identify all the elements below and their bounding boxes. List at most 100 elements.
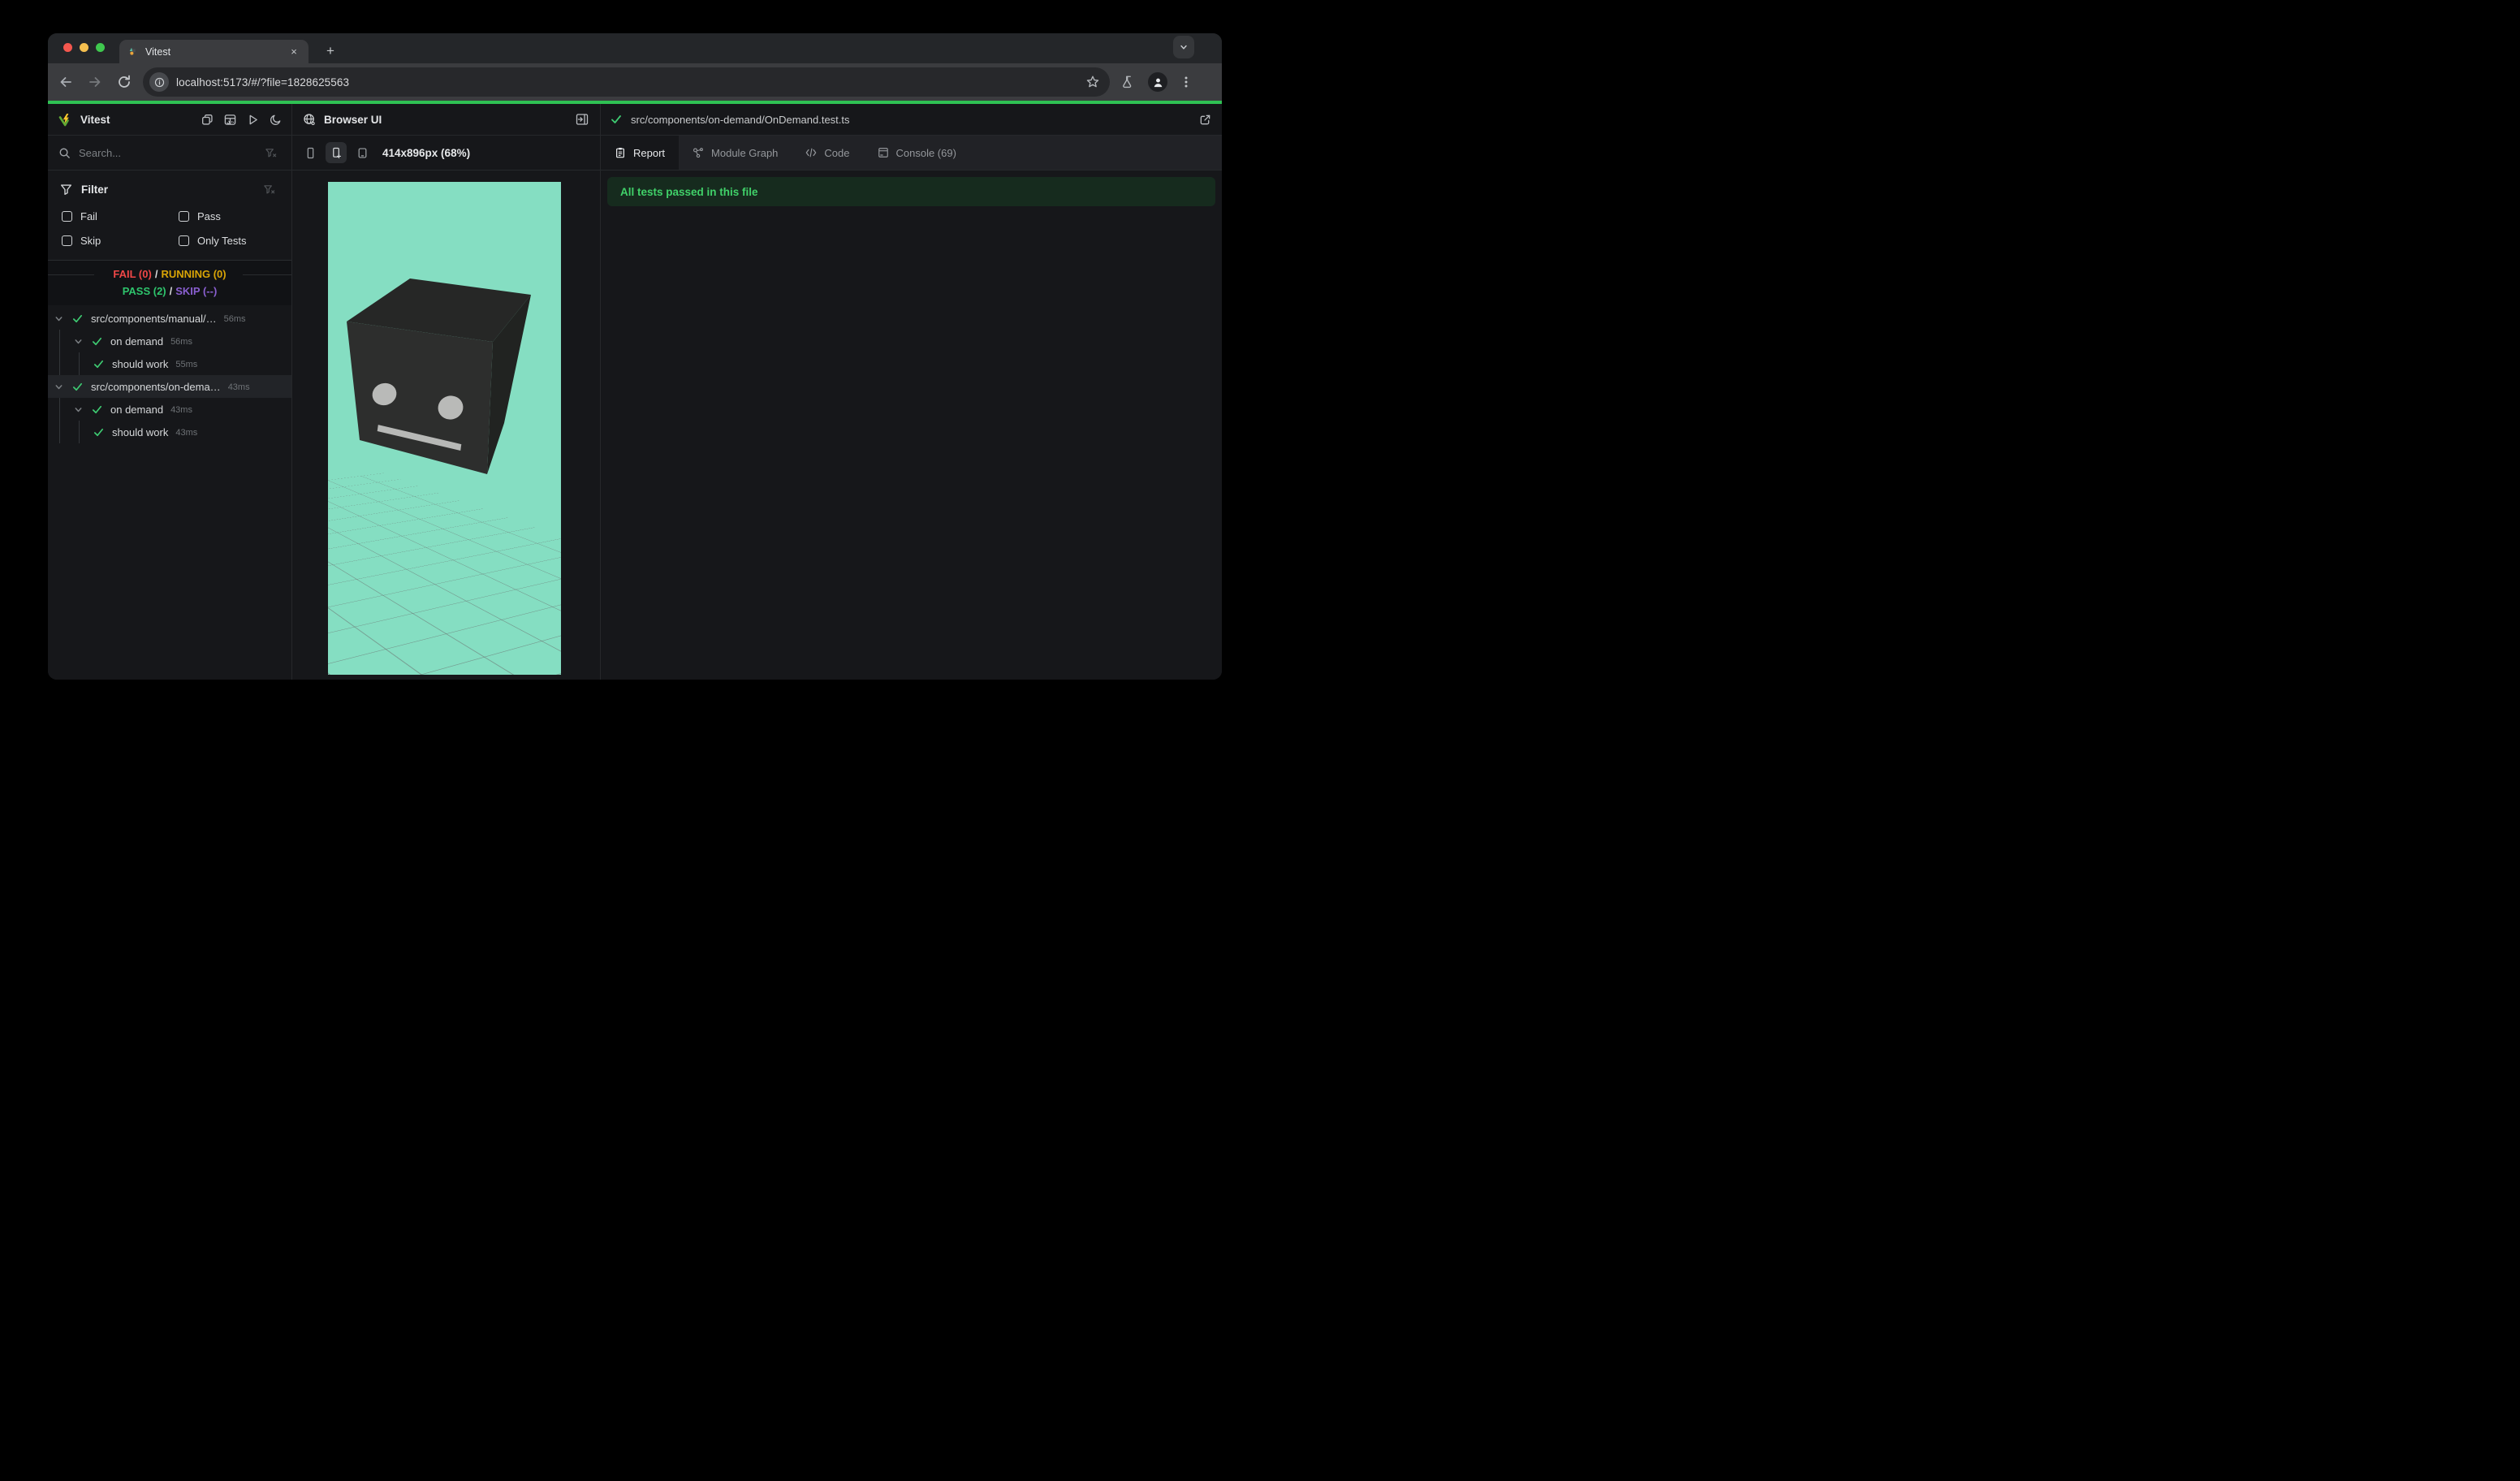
test-duration: 43ms [170, 405, 192, 415]
tab-code[interactable]: Code [792, 136, 863, 170]
pass-check-icon [93, 428, 104, 436]
zoom-in-viewport-button[interactable] [326, 142, 347, 163]
chevron-down-icon[interactable] [73, 404, 84, 415]
search-icon [59, 148, 70, 158]
browser-ui-header: Browser UI [292, 104, 600, 136]
filter-checkbox-fail[interactable]: Fail [62, 207, 179, 226]
device-phone-button[interactable] [300, 142, 321, 163]
zoom-out-viewport-button[interactable] [352, 142, 373, 163]
report-panel: src/components/on-demand/OnDemand.test.t… [601, 104, 1222, 680]
dashboard-icon[interactable] [224, 114, 236, 126]
site-info-icon[interactable] [149, 72, 169, 92]
clear-filter-icon[interactable] [265, 147, 277, 159]
test-duration: 43ms [227, 382, 250, 392]
pass-count: PASS (2) [122, 285, 166, 297]
chevron-down-icon[interactable] [54, 382, 64, 392]
minimize-window-button[interactable] [80, 43, 88, 52]
close-window-button[interactable] [63, 43, 72, 52]
filter-checkbox-pass[interactable]: Pass [179, 207, 291, 226]
tab-report[interactable]: Report [601, 136, 680, 170]
bookmark-star-icon[interactable] [1085, 75, 1100, 89]
tree-guide [79, 352, 80, 375]
tree-row-test[interactable]: should work 55ms [48, 352, 291, 375]
vitest-logo-icon [58, 113, 69, 126]
filter-section: Filter Fail Pass Skip Only Tests [48, 171, 291, 260]
sidebar-actions [201, 114, 282, 126]
tree-row-test[interactable]: should work 43ms [48, 421, 291, 443]
tree-guide [59, 421, 60, 443]
browser-ui-title: Browser UI [324, 113, 382, 126]
url-bar[interactable]: localhost:5173/#/?file=1828625563 [143, 67, 1110, 97]
dock-panel-icon[interactable] [576, 113, 589, 126]
pass-check-icon [92, 337, 102, 345]
browser-tab-vitest[interactable]: Vitest × [119, 40, 309, 63]
viewport-dimensions-label: 414x896px (68%) [382, 146, 471, 159]
module-graph-icon [693, 148, 703, 158]
tab-console[interactable]: Console (69) [864, 136, 970, 170]
tab-strip: Vitest × + [48, 33, 1222, 63]
search-row [48, 136, 291, 171]
filter-checkbox-skip[interactable]: Skip [62, 231, 179, 250]
clear-filter-icon[interactable] [263, 184, 275, 196]
checkbox [179, 211, 189, 222]
tree-row-suite[interactable]: on demand 56ms [48, 330, 291, 352]
file-header: src/components/on-demand/OnDemand.test.t… [601, 104, 1222, 136]
vitest-ui: Vitest Search... Filter Fail Pass Skip O… [48, 104, 1222, 680]
windows-stack-icon[interactable] [201, 114, 214, 126]
console-icon [878, 148, 888, 158]
search-input[interactable] [79, 146, 241, 159]
report-tabs: Report Module Graph Code Console (69) [601, 136, 1222, 171]
test-duration: 43ms [175, 428, 198, 438]
checkbox [179, 235, 189, 246]
open-external-icon[interactable] [1199, 114, 1211, 126]
tree-row-file[interactable]: src/components/manual/… 56ms [48, 307, 291, 330]
sidebar-header: Vitest [48, 104, 291, 136]
browser-ui-panel: Browser UI 414x896px (68%) [292, 104, 601, 680]
tab-title: Vitest [145, 45, 171, 58]
forward-button[interactable] [87, 74, 103, 90]
browser-menu-icon[interactable] [1180, 76, 1193, 89]
tab-module-graph[interactable]: Module Graph [679, 136, 792, 170]
tree-guide [59, 330, 60, 352]
tree-guide [59, 398, 60, 421]
test-duration: 56ms [223, 314, 246, 324]
pass-check-icon [92, 405, 102, 413]
pass-check-icon [72, 382, 83, 391]
running-count: RUNNING (0) [161, 268, 227, 280]
chevron-down-icon[interactable] [54, 313, 64, 324]
clipboard-icon [616, 148, 624, 158]
pass-check-icon [611, 115, 621, 123]
fail-count: FAIL (0) [113, 268, 152, 280]
skip-count: SKIP (--) [175, 285, 218, 297]
sidebar-title: Vitest [80, 113, 110, 126]
chevron-down-icon [1180, 45, 1187, 50]
maximize-window-button[interactable] [96, 43, 105, 52]
filter-title: Filter [81, 183, 109, 196]
test-tree: src/components/manual/… 56ms on demand 5… [48, 305, 291, 443]
viewport-wrapper [292, 171, 600, 680]
tree-row-file-selected[interactable]: src/components/on-dema… 43ms [48, 375, 291, 398]
run-all-icon[interactable] [247, 114, 259, 126]
filter-checkbox-only-tests[interactable]: Only Tests [179, 231, 291, 250]
status-line-2: PASS (2) / SKIP (--) [122, 285, 218, 297]
new-tab-button[interactable]: + [321, 41, 340, 61]
test-status-summary: FAIL (0) / RUNNING (0) PASS (2) / SKIP (--) [48, 260, 291, 305]
experiments-flask-icon[interactable] [1121, 75, 1136, 89]
chevron-down-icon[interactable] [73, 336, 84, 347]
tree-row-suite[interactable]: on demand 43ms [48, 398, 291, 421]
profile-avatar[interactable] [1148, 72, 1167, 92]
all-tests-passed-banner: All tests passed in this file [607, 177, 1215, 206]
tab-close-icon[interactable]: × [287, 45, 300, 58]
back-button[interactable] [58, 74, 74, 90]
dark-mode-moon-icon[interactable] [270, 114, 282, 126]
browser-toolbar: localhost:5173/#/?file=1828625563 [48, 63, 1222, 101]
tab-search-button[interactable] [1173, 36, 1194, 58]
checkbox [62, 211, 72, 222]
tree-guide [79, 421, 80, 443]
test-file-path: src/components/on-demand/OnDemand.test.t… [631, 113, 850, 126]
globe-icon [304, 114, 315, 126]
code-icon [806, 148, 817, 158]
toolbar-right-actions [1121, 72, 1193, 92]
reload-button[interactable] [116, 74, 132, 90]
status-line-1: FAIL (0) / RUNNING (0) [48, 267, 291, 282]
